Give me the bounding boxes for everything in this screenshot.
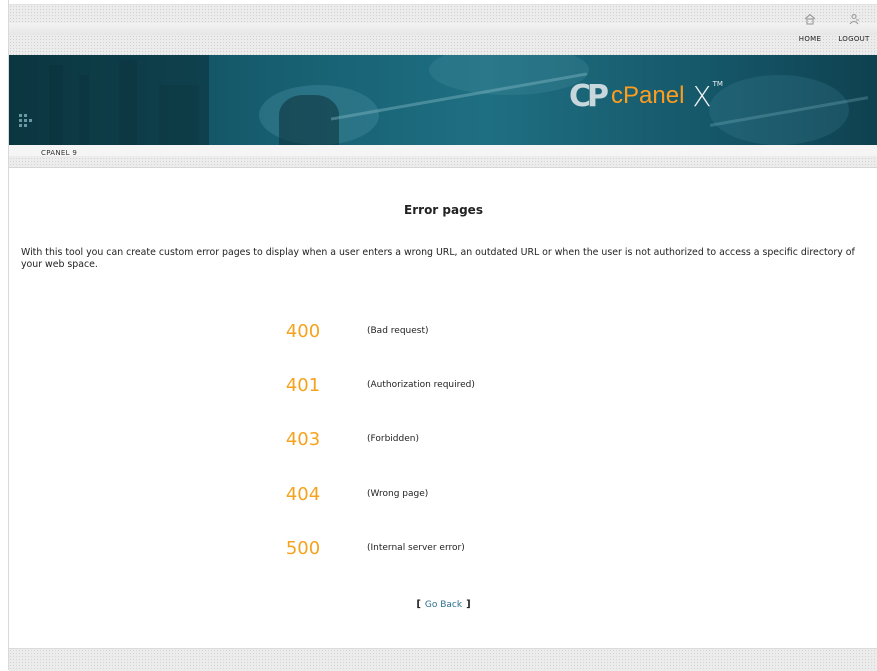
error-code-link[interactable]: 401 <box>267 375 339 396</box>
breadcrumb[interactable]: CPANEL 9 <box>41 149 77 157</box>
footer-bar <box>9 648 877 671</box>
error-row-400: 400 (Bad request) <box>9 321 877 343</box>
error-description: (Internal server error) <box>367 543 465 553</box>
go-back-close-bracket: ] <box>466 599 471 610</box>
cpanel-logo-name: cPanel <box>611 82 685 109</box>
error-description: (Bad request) <box>367 326 429 336</box>
error-code-link[interactable]: 400 <box>267 321 339 342</box>
page-frame: HOME LOGOUT CP cPanel X TM CPANEL 9 Erro… <box>8 0 877 671</box>
error-description: (Forbidden) <box>367 434 419 444</box>
error-code-link[interactable]: 500 <box>267 538 339 559</box>
error-row-401: 401 (Authorization required) <box>9 375 877 397</box>
home-link-label: HOME <box>798 35 822 43</box>
logout-link[interactable]: LOGOUT <box>831 13 877 43</box>
cpanel-logo: CP cPanel X TM <box>569 76 723 116</box>
error-code-link[interactable]: 403 <box>267 429 339 450</box>
error-row-404: 404 (Wrong page) <box>9 484 877 506</box>
breadcrumb-bar: CPANEL 9 <box>9 145 877 168</box>
error-description: (Authorization required) <box>367 380 475 390</box>
go-back: [ Go Back] <box>9 599 877 610</box>
cpanel-logo-tm: TM <box>712 80 723 88</box>
error-row-500: 500 (Internal server error) <box>9 538 877 560</box>
logout-link-label: LOGOUT <box>838 35 870 43</box>
cpanel-logo-x: X <box>692 79 712 113</box>
cpanel-logo-mark: CP <box>569 78 609 114</box>
home-link[interactable]: HOME <box>787 13 833 43</box>
error-code-link[interactable]: 404 <box>267 484 339 505</box>
home-icon <box>804 13 816 25</box>
top-bar: HOME LOGOUT <box>9 4 877 55</box>
go-back-open-bracket: [ <box>416 599 421 610</box>
error-row-403: 403 (Forbidden) <box>9 429 877 451</box>
go-back-link[interactable]: Go Back <box>425 600 462 610</box>
logout-icon <box>849 13 859 25</box>
error-description: (Wrong page) <box>367 489 429 499</box>
page-title: Error pages <box>404 203 483 217</box>
header-banner <box>9 55 877 145</box>
intro-text: With this tool you can create custom err… <box>21 247 855 270</box>
